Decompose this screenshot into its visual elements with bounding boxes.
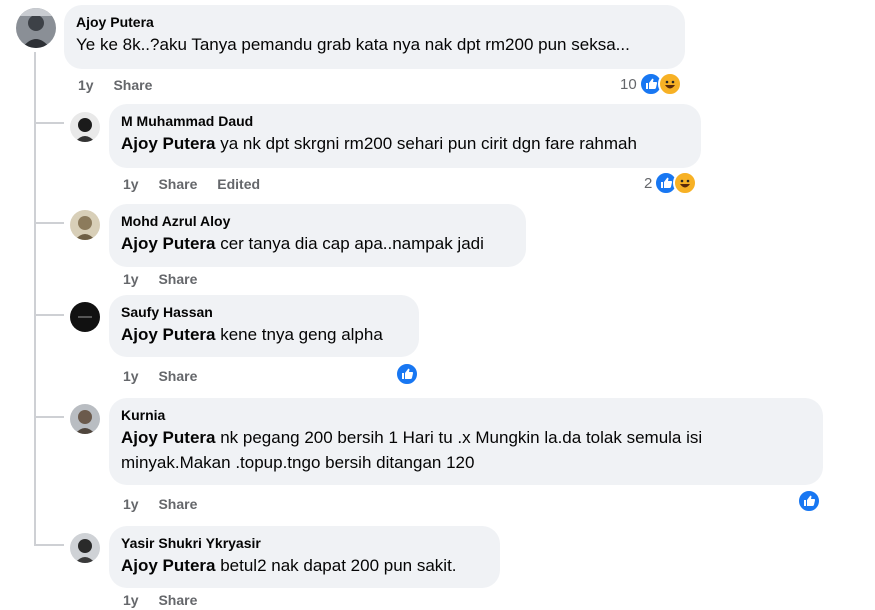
comment-bubble: Mohd Azrul Aloy Ajoy Putera cer tanya di… bbox=[109, 204, 526, 267]
comment-actions: 1y Share bbox=[123, 269, 213, 289]
comment-text: Ajoy Putera betul2 nak dapat 200 pun sak… bbox=[121, 553, 488, 578]
timestamp[interactable]: 1y bbox=[123, 494, 139, 514]
comment-text: Ajoy Putera ya nk dpt skrgni rm200 sehar… bbox=[121, 131, 689, 156]
comment-author[interactable]: Saufy Hassan bbox=[121, 303, 407, 321]
haha-icon bbox=[657, 72, 682, 96]
avatar[interactable] bbox=[70, 302, 100, 332]
comment-bubble: M Muhammad Daud Ajoy Putera ya nk dpt sk… bbox=[109, 104, 701, 168]
comment-author[interactable]: M Muhammad Daud bbox=[121, 112, 689, 130]
reaction-summary[interactable] bbox=[395, 362, 419, 386]
comment-author[interactable]: Kurnia bbox=[121, 406, 811, 424]
comment-bubble: Kurnia Ajoy Putera nk pegang 200 bersih … bbox=[109, 398, 823, 485]
comment-author[interactable]: Mohd Azrul Aloy bbox=[121, 212, 514, 230]
share-button[interactable]: Share bbox=[158, 494, 197, 514]
comment-actions: 1y Share Edited bbox=[123, 174, 276, 194]
comment-actions: 1y Share bbox=[78, 75, 168, 95]
thread-line-branch bbox=[34, 544, 64, 546]
reaction-count: 10 bbox=[620, 75, 637, 93]
comment-text: Ajoy Putera nk pegang 200 bersih 1 Hari … bbox=[121, 425, 811, 475]
avatar[interactable] bbox=[70, 404, 100, 434]
comment-bubble: Ajoy Putera Ye ke 8k..?aku Tanya pemandu… bbox=[64, 5, 685, 69]
avatar[interactable] bbox=[70, 112, 100, 142]
avatar[interactable] bbox=[70, 533, 100, 563]
reaction-summary[interactable]: 2 bbox=[644, 171, 698, 195]
comment-text: Ajoy Putera kene tnya geng alpha bbox=[121, 322, 407, 347]
reaction-count: 2 bbox=[644, 174, 653, 192]
avatar[interactable] bbox=[70, 210, 100, 240]
comment-body: kene tnya geng alpha bbox=[220, 325, 383, 344]
mention-link[interactable]: Ajoy Putera bbox=[121, 556, 215, 575]
mention-link[interactable]: Ajoy Putera bbox=[121, 325, 215, 344]
mention-link[interactable]: Ajoy Putera bbox=[121, 234, 215, 253]
comment-actions: 1y Share bbox=[123, 494, 213, 514]
comment-body: cer tanya dia cap apa..nampak jadi bbox=[220, 234, 484, 253]
like-icon bbox=[395, 362, 419, 386]
comment-body: ya nk dpt skrgni rm200 sehari pun cirit … bbox=[220, 134, 637, 153]
thread-line-vertical bbox=[34, 52, 36, 544]
share-button[interactable]: Share bbox=[158, 366, 197, 386]
avatar[interactable] bbox=[16, 8, 56, 48]
comment-actions: 1y Share bbox=[123, 590, 213, 610]
timestamp[interactable]: 1y bbox=[123, 269, 139, 289]
thread-line-branch bbox=[34, 122, 64, 124]
comment-text: Ajoy Putera cer tanya dia cap apa..nampa… bbox=[121, 231, 514, 256]
edited-label[interactable]: Edited bbox=[217, 174, 260, 194]
thread-line-branch bbox=[34, 314, 64, 316]
comment-bubble: Yasir Shukri Ykryasir Ajoy Putera betul2… bbox=[109, 526, 500, 588]
comment-body: betul2 nak dapat 200 pun sakit. bbox=[220, 556, 457, 575]
comment-body: Ye ke 8k..?aku Tanya pemandu grab kata n… bbox=[76, 35, 630, 54]
share-button[interactable]: Share bbox=[158, 269, 197, 289]
reaction-summary[interactable]: 10 bbox=[620, 72, 682, 96]
thread-line-branch bbox=[34, 416, 64, 418]
thread-line-branch bbox=[34, 222, 64, 224]
mention-link[interactable]: Ajoy Putera bbox=[121, 134, 215, 153]
comment-actions: 1y Share bbox=[123, 366, 213, 386]
timestamp[interactable]: 1y bbox=[78, 75, 94, 95]
share-button[interactable]: Share bbox=[113, 75, 152, 95]
comment-author[interactable]: Ajoy Putera bbox=[76, 13, 673, 31]
timestamp[interactable]: 1y bbox=[123, 366, 139, 386]
comment-bubble: Saufy Hassan Ajoy Putera kene tnya geng … bbox=[109, 295, 419, 357]
reaction-summary[interactable] bbox=[797, 489, 821, 513]
like-icon bbox=[797, 489, 821, 513]
timestamp[interactable]: 1y bbox=[123, 590, 139, 610]
comment-author[interactable]: Yasir Shukri Ykryasir bbox=[121, 534, 488, 552]
share-button[interactable]: Share bbox=[158, 174, 197, 194]
mention-link[interactable]: Ajoy Putera bbox=[121, 428, 215, 447]
share-button[interactable]: Share bbox=[158, 590, 197, 610]
haha-icon bbox=[673, 171, 698, 195]
comment-text: Ye ke 8k..?aku Tanya pemandu grab kata n… bbox=[76, 32, 673, 57]
timestamp[interactable]: 1y bbox=[123, 174, 139, 194]
